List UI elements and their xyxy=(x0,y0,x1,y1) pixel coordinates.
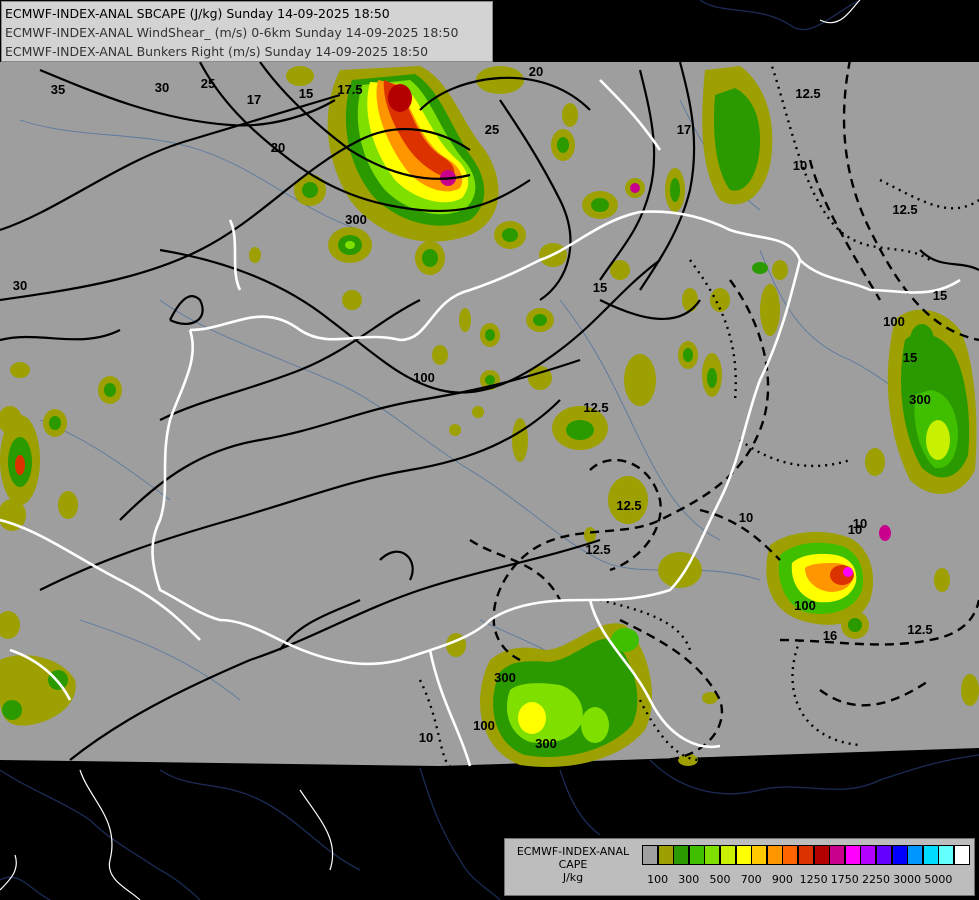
legend-tick-label: 5000 xyxy=(924,873,953,886)
legend-swatch xyxy=(720,845,736,865)
contour-label: 10 xyxy=(739,510,753,525)
contour-label: 100 xyxy=(413,370,435,385)
legend-swatch xyxy=(829,845,846,865)
contour-label: 15 xyxy=(299,86,313,101)
legend-tick-label: 100 xyxy=(647,873,669,886)
contour-label: 17 xyxy=(247,92,261,107)
contour-label: 10 xyxy=(793,158,807,173)
contour-label: 10 xyxy=(853,516,867,531)
contour-label: 15 xyxy=(903,350,917,365)
title-line-bunkers: ECMWF-INDEX-ANAL Bunkers Right (m/s) Sun… xyxy=(5,44,429,59)
title-line-windshear: ECMWF-INDEX-ANAL WindShear_ (m/s) 0-6km … xyxy=(5,25,459,40)
legend-tick-label: 300 xyxy=(678,873,700,886)
legend-tick-label: 500 xyxy=(709,873,731,886)
legend-tick-label: 1250 xyxy=(799,873,828,886)
contour-label: 12.5 xyxy=(907,622,932,637)
legend-swatch xyxy=(860,845,877,865)
legend-swatch xyxy=(907,845,924,865)
contour-label: 15 xyxy=(933,288,947,303)
legend-swatch xyxy=(844,845,861,865)
legend-swatch xyxy=(782,845,799,865)
legend-title: ECMWF-INDEX-ANAL CAPE J/kg xyxy=(507,845,639,884)
contour-label: 100 xyxy=(473,718,495,733)
cape-legend: ECMWF-INDEX-ANAL CAPE J/kg 100 300 500 700 9… xyxy=(504,838,975,896)
contour-label: 15 xyxy=(593,280,607,295)
contour-label: 35 xyxy=(51,82,65,97)
title-line-cape: ECMWF-INDEX-ANAL SBCAPE (J/kg) Sunday 14… xyxy=(5,6,390,21)
contour-label: 12.5 xyxy=(892,202,917,217)
legend-swatch xyxy=(751,845,768,865)
legend-swatch xyxy=(642,845,658,865)
legend-swatch xyxy=(891,845,908,865)
contour-label: 20 xyxy=(271,140,285,155)
legend-swatch xyxy=(922,845,939,865)
legend-swatch xyxy=(673,845,690,865)
contour-label: 300 xyxy=(494,670,516,685)
legend-swatch xyxy=(954,845,970,865)
contour-label: 300 xyxy=(345,212,367,227)
contour-label: 10 xyxy=(419,730,433,745)
contour-label: 100 xyxy=(794,598,816,613)
legend-swatch xyxy=(798,845,814,865)
legend-title-unit: J/kg xyxy=(562,871,584,884)
contour-label: 20 xyxy=(529,64,543,79)
legend-swatch xyxy=(876,845,892,865)
contour-label: 12.5 xyxy=(583,400,608,415)
cape-shear-map: 35 30 25 20 17 15 17.5 25 20 30 12.5 10 … xyxy=(0,0,979,900)
map-canvas: 35 30 25 20 17 15 17.5 25 20 30 12.5 10 … xyxy=(0,0,979,900)
legend-swatch xyxy=(735,845,752,865)
legend-swatch xyxy=(766,845,783,865)
map-title-box: ECMWF-INDEX-ANAL SBCAPE (J/kg) Sunday 14… xyxy=(1,1,493,62)
contour-label: 12.5 xyxy=(795,86,820,101)
legend-tick-label: 700 xyxy=(740,873,762,886)
contour-label: 12.5 xyxy=(585,542,610,557)
legend-swatch xyxy=(657,845,674,865)
legend-tick-label: 3000 xyxy=(893,873,922,886)
contour-label: 25 xyxy=(201,76,215,91)
contour-label: 300 xyxy=(909,392,931,407)
contour-label: 100 xyxy=(883,314,905,329)
legend-tick-label: 1750 xyxy=(830,873,859,886)
contour-label: 17 xyxy=(677,122,691,137)
legend-tick-label: 900 xyxy=(771,873,793,886)
contour-label: 25 xyxy=(485,122,499,137)
legend-tick-label: 2250 xyxy=(862,873,890,886)
contour-label: 12.5 xyxy=(616,498,641,513)
contour-label: 30 xyxy=(13,278,27,293)
contour-label: 300 xyxy=(535,736,557,751)
legend-swatch xyxy=(813,845,830,865)
legend-swatch xyxy=(688,845,705,865)
contour-label: 16 xyxy=(823,628,837,643)
legend-swatch xyxy=(704,845,721,865)
legend-title-model: ECMWF-INDEX-ANAL xyxy=(516,845,630,858)
contour-label: 30 xyxy=(155,80,169,95)
contour-label: 17.5 xyxy=(337,82,362,97)
legend-swatch xyxy=(938,845,955,865)
legend-title-param: CAPE xyxy=(558,858,588,871)
